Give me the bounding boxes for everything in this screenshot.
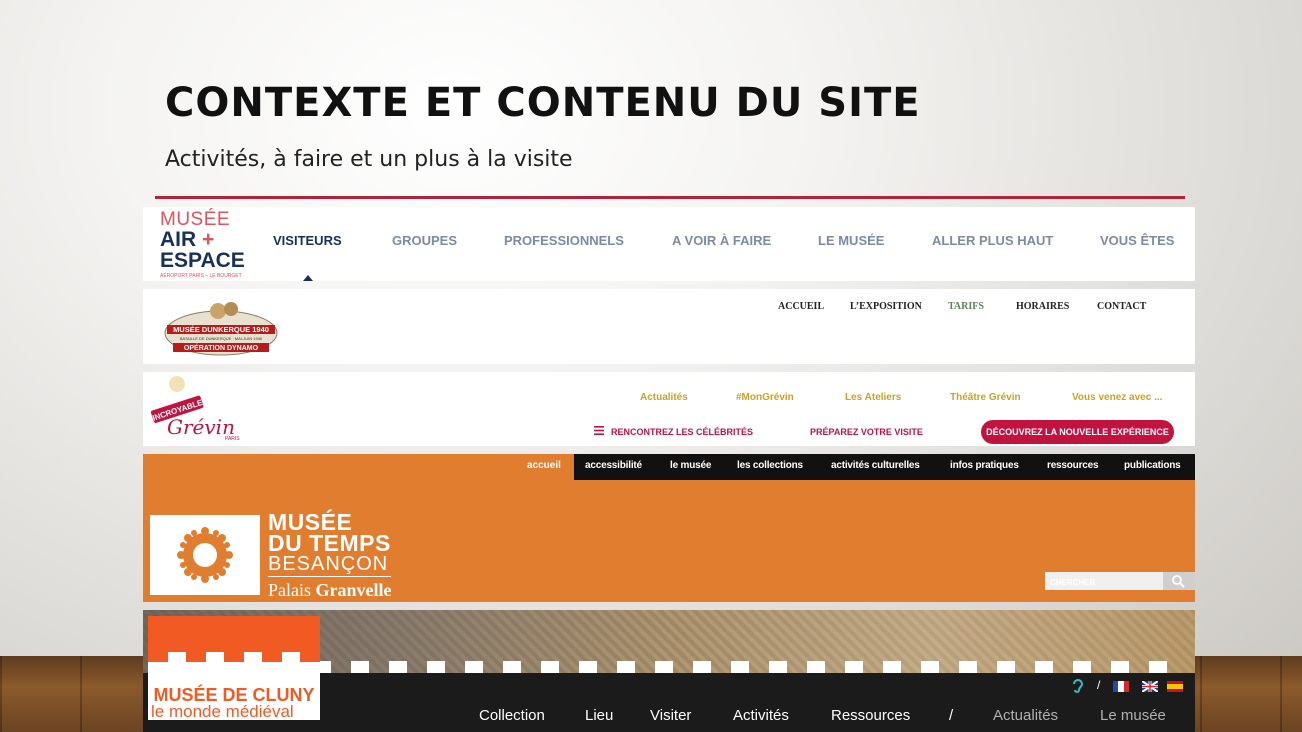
- nav-publications[interactable]: publications: [1124, 460, 1181, 471]
- nav-mongrevin[interactable]: #MonGrévin: [736, 392, 794, 403]
- svg-text:BATAILLE DE DUNKERQUE · MAI-JU: BATAILLE DE DUNKERQUE · MAI-JUIN 1940: [180, 336, 263, 341]
- slide-subtitle: Activités, à faire et un plus à la visit…: [165, 147, 573, 172]
- nav-accessibilite[interactable]: accessibilité: [585, 460, 642, 471]
- nav-vous-etes[interactable]: VOUS ÊTES: [1100, 233, 1174, 248]
- nav-le-musee-cluny[interactable]: Le musée: [1100, 707, 1166, 724]
- nav-vous-venez-avec[interactable]: Vous venez avec ...: [1072, 392, 1162, 403]
- nav-aller-plus-haut[interactable]: ALLER PLUS HAUT: [932, 233, 1053, 248]
- air-espace-header: MUSÉE AIR + ESPACE AÉROPORT PARIS – LE B…: [143, 207, 1195, 281]
- nav-collection[interactable]: Collection: [479, 707, 545, 724]
- nav-tarifs[interactable]: TARIFS: [948, 301, 984, 312]
- flag-en-icon[interactable]: [1142, 681, 1158, 692]
- nav-ressources[interactable]: Ressources: [831, 707, 910, 724]
- nav-le-musee-temps[interactable]: le musée: [670, 460, 711, 471]
- cluny-logo-subtitle: le monde médiéval: [148, 703, 320, 720]
- musee-temps-logo[interactable]: [150, 515, 260, 595]
- grevin-logo[interactable]: INCROYABLE Grévin PARIS: [149, 374, 241, 444]
- logo-tagline: AÉROPORT PARIS – LE BOURGET: [160, 273, 242, 279]
- discover-experience-button[interactable]: DÉCOUVREZ LA NOUVELLE EXPÉRIENCE: [981, 420, 1174, 444]
- slide-title: CONTEXTE ET CONTENU DU SITE: [165, 80, 921, 126]
- dunkerque-header: MUSÉE DUNKERQUE 1940 BATAILLE DE DUNKERQ…: [143, 289, 1195, 364]
- nav-preparez-visite[interactable]: PRÉPAREZ VOTRE VISITE: [810, 427, 923, 437]
- nav-ressources-temps[interactable]: ressources: [1047, 460, 1099, 471]
- musee-temps-wordmark: MUSÉE DU TEMPS BESANÇON Palais Granvelle: [268, 511, 392, 601]
- nav-actualites[interactable]: Actualités: [640, 392, 688, 403]
- nav-le-musee[interactable]: LE MUSÉE: [818, 233, 884, 248]
- nav-a-voir-a-faire[interactable]: A VOIR À FAIRE: [672, 233, 771, 248]
- wordmark-palais-granvelle: Palais Granvelle: [268, 576, 392, 601]
- logo-musee-text: MUSÉE: [160, 209, 231, 230]
- cluny-logo[interactable]: MUSÉE DE CLUNY le monde médiéval: [148, 616, 320, 720]
- air-espace-logo[interactable]: MUSÉE AIR + ESPACE AÉROPORT PARIS – LE B…: [160, 210, 252, 279]
- nav-rencontrez-celebrites[interactable]: RENCONTREZ LES CÉLÉBRITÉS: [611, 427, 753, 437]
- nav-infos-pratiques[interactable]: infos pratiques: [950, 460, 1019, 471]
- svg-text:MUSÉE DUNKERQUE 1940: MUSÉE DUNKERQUE 1940: [173, 325, 269, 334]
- svg-text:PARIS: PARIS: [225, 436, 240, 442]
- logo-crenellation: [148, 652, 320, 686]
- nav-actualites-cluny[interactable]: Actualités: [993, 707, 1058, 724]
- nav-contact[interactable]: CONTACT: [1097, 301, 1146, 312]
- cluny-crenellation: [313, 661, 1195, 673]
- svg-text:OPÉRATION DYNAMO: OPÉRATION DYNAMO: [184, 343, 259, 352]
- nav-activites-culturelles[interactable]: activités culturelles: [831, 460, 920, 471]
- menu-icon[interactable]: [594, 426, 604, 435]
- wordmark-besancon: BESANÇON: [268, 553, 389, 575]
- logo-air-text: AIR +: [160, 228, 215, 251]
- title-rule: [155, 196, 1185, 199]
- musee-temps-header: accueil accessibilité le musée les colle…: [143, 454, 1195, 602]
- wordmark-du-temps: DU TEMPS: [268, 530, 391, 556]
- logo-espace-text: ESPACE: [160, 249, 245, 272]
- nav-activites[interactable]: Activités: [733, 707, 789, 724]
- nav-professionnels[interactable]: PROFESSIONNELS: [504, 233, 624, 248]
- nav-visiteurs[interactable]: VISITEURS: [273, 233, 342, 248]
- search-input[interactable]: [1045, 573, 1163, 592]
- nav-exposition[interactable]: L’EXPOSITION: [850, 301, 922, 312]
- active-nav-marker: [303, 275, 313, 281]
- nav-separator: /: [949, 707, 954, 724]
- search-box: [1045, 572, 1195, 592]
- flag-es-icon[interactable]: [1167, 681, 1183, 692]
- nav-groupes[interactable]: GROUPES: [392, 233, 457, 248]
- cluny-header: MUSÉE DE CLUNY le monde médiéval / Colle…: [143, 610, 1195, 732]
- nav-les-ateliers[interactable]: Les Ateliers: [845, 392, 901, 403]
- nav-horaires[interactable]: HORAIRES: [1016, 301, 1069, 312]
- temps-nav-bar: accessibilité le musée les collections a…: [574, 454, 1195, 480]
- nav-accueil-temps[interactable]: accueil: [527, 460, 561, 471]
- dunkerque-logo[interactable]: MUSÉE DUNKERQUE 1940 BATAILLE DE DUNKERQ…: [163, 299, 279, 357]
- nav-les-collections[interactable]: les collections: [737, 460, 803, 471]
- nav-accueil[interactable]: ACCUEIL: [778, 301, 824, 312]
- flag-fr-icon[interactable]: [1113, 681, 1129, 692]
- nav-visiter[interactable]: Visiter: [650, 707, 691, 724]
- search-icon: [1172, 575, 1185, 588]
- grevin-header: INCROYABLE Grévin PARIS Actualités #MonG…: [143, 372, 1195, 446]
- nav-theatre-grevin[interactable]: Théâtre Grévin: [950, 392, 1021, 403]
- utility-separator: /: [1097, 678, 1101, 692]
- search-button[interactable]: [1163, 572, 1195, 590]
- nav-lieu[interactable]: Lieu: [585, 707, 613, 724]
- accessibility-ear-icon[interactable]: [1070, 678, 1086, 694]
